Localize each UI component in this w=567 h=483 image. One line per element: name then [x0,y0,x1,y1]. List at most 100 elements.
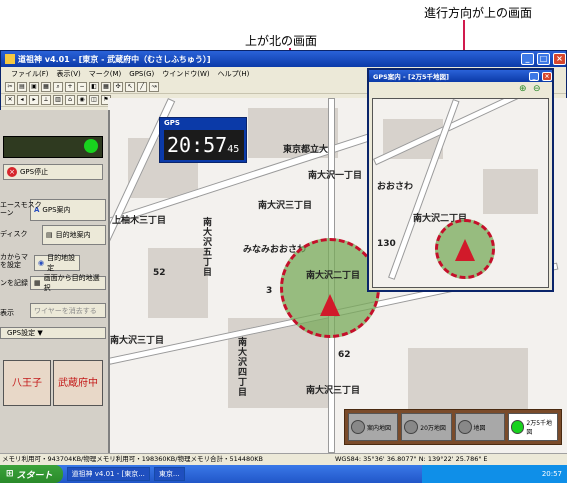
heading-up-annotation: 進行方向が上の画面 [424,6,533,20]
partial-label: ディスク [0,230,28,238]
panel-icon[interactable]: ▥ [53,95,63,105]
zoom-in-icon[interactable]: ⊕ [519,84,527,94]
system-tray: 20:57 [422,465,567,483]
measure-icon[interactable]: ⟂ [41,95,51,105]
left-panel: × GPS停止 A GPS案内 エースモスク ーン ディスク ▤ 目的地案内 カ… [0,110,110,453]
heading-up-window[interactable]: GPS案内 - [2万5千地図] _ × ⊕ ⊖ おおさわ 南大沢二丁目 130 [367,68,554,292]
zoom-in-icon[interactable]: + [65,82,75,92]
inset-position-arrow-icon [455,239,475,261]
inset-title-bar: GPS案内 - [2万5千地図] _ × [369,70,552,82]
mode-indicator-icon [404,420,419,434]
cut-icon[interactable]: ✂ [5,82,15,92]
mode-indicator-icon [351,420,365,434]
gps-stop-label: GPS停止 [20,168,49,176]
gps-icon[interactable]: ◉ [77,95,87,105]
maximize-button[interactable]: □ [537,53,550,65]
menu-file[interactable]: ファイル(F) [11,69,49,79]
gps-seconds: 45 [227,144,240,155]
taskbar-item-secondary[interactable]: 東京... [153,467,185,481]
destination-guide-button[interactable]: ▤ 目的地案内 [42,225,106,245]
current-position-halo [280,238,380,338]
book-icon: ▤ [46,231,53,239]
gps-time: 20:57 [167,133,228,157]
menu-help[interactable]: ヘルプ(H) [218,69,250,79]
map-label: 南大沢三丁目 [110,336,165,346]
marker-icon[interactable]: ✕ [5,95,15,105]
search-icon[interactable]: ⌕ [53,82,63,92]
layer-icon[interactable]: ◧ [89,82,99,92]
line-icon[interactable]: ╱ [137,82,147,92]
print-icon[interactable]: ▦ [41,82,51,92]
windows-logo-icon: ⊞ [6,469,14,479]
map-label: 南大沢一丁目 [308,171,363,181]
mode-25k-map[interactable]: 2万5千地図 [507,413,558,441]
route-icon[interactable]: ↝ [149,82,159,92]
map-block [148,248,208,318]
mode-200k-map[interactable]: 20万地図 [401,413,452,441]
partial-label: を設定 [0,261,21,269]
inset-toolbar: ⊕ ⊖ [369,83,552,96]
pick-from-screen-button[interactable]: ▦ 画面から目的地選択 [30,274,106,292]
menu-view[interactable]: 表示(V) [57,69,81,79]
coordinate-status: WGS84: 35°36' 36.8077" N: 139°22' 25.786… [335,455,488,463]
gps-stop-button[interactable]: × GPS停止 [3,164,103,180]
stop-icon: × [7,167,17,177]
home-icon[interactable]: ⌂ [65,95,75,105]
gps-clock-display: 20:5745 [164,130,244,160]
split-icon[interactable]: ◫ [89,95,99,105]
tray-clock: 20:57 [541,470,562,478]
map-mode-bar: 案内地図 20万地図 地図 2万5千地図 [344,409,562,445]
north-up-annotation: 上が北の画面 [245,34,318,48]
map-label: 上柚木三丁目 [112,216,167,226]
gps-clock-window[interactable]: GPS 20:5745 [159,117,247,163]
map-label: 東京都立大 [283,145,329,155]
mode-map[interactable]: 地図 [454,413,505,441]
memory-status: メモリ利用可・943704KB/物理メモリ利用可・198360KB/物理メモリ合… [2,455,263,463]
mode-indicator-icon [457,420,472,434]
open-icon[interactable]: ▤ [17,82,27,92]
pick-from-screen-label: 画面から目的地選択 [43,274,100,292]
arrow-right-icon[interactable]: ▸ [29,95,39,105]
map-label: 南大沢三丁目 [258,201,313,211]
inset-title: GPS案内 - [2万5千地図] [373,73,449,81]
menu-window[interactable]: ウインドウ(W) [162,69,209,79]
window-title: 道祖神 v4.01 - [東京 - 武蔵府中（むさしふちゅう）] [18,54,211,64]
mode-indicator-icon [510,420,525,434]
zoom-out-icon[interactable]: − [77,82,87,92]
thumbnail-musashifuchu[interactable]: 武蔵府中 [53,360,103,406]
map-pick-icon: ▦ [34,279,41,287]
mode-guide-map[interactable]: 案内地図 [348,413,399,441]
map-label: 130 [377,239,396,249]
gps-guide-label: GPS案内 [42,206,71,214]
minimize-button[interactable]: _ [521,53,534,65]
close-button[interactable]: × [553,53,566,65]
compass-icon[interactable]: ✣ [113,82,123,92]
zoom-out-icon[interactable]: ⊖ [533,84,541,94]
start-label: スタート [16,470,53,481]
current-position-arrow-icon [320,294,340,316]
taskbar: ⊞ スタート 道祖神 v4.01 - [東京... 東京... 20:57 [0,465,567,483]
map-label: おおさわ [377,182,414,192]
start-button[interactable]: ⊞ スタート [0,465,63,483]
map-label: 南大沢二丁目 [306,271,361,281]
taskbar-item-app[interactable]: 道祖神 v4.01 - [東京... [66,467,150,481]
grid-icon[interactable]: ▦ [101,82,111,92]
destination-set-button[interactable]: ◉ 目的地設定 [34,254,80,272]
clear-wire-button[interactable]: ワイヤーを消去する [30,303,106,318]
partial-label: ンを記録 [0,279,28,287]
app-icon [5,54,15,64]
map-label: 南大沢四丁目 [238,338,248,398]
inset-map[interactable]: おおさわ 南大沢二丁目 130 [372,98,549,288]
menu-gps[interactable]: GPS(G) [129,70,154,78]
thumbnail-hachioji[interactable]: 八王子 [3,360,51,406]
arrow-left-icon[interactable]: ◂ [17,95,27,105]
inset-minimize-button[interactable]: _ [529,71,539,81]
cursor-icon[interactable]: ↖ [125,82,135,92]
map-label: 52 [153,268,166,278]
menu-mark[interactable]: マーク(M) [89,69,122,79]
mode-label: 20万地図 [420,424,446,432]
mode-label: 地図 [473,424,486,432]
gps-settings-toggle[interactable]: GPS設定 ▼ [0,327,106,339]
inset-close-button[interactable]: × [542,71,552,81]
save-icon[interactable]: ▣ [29,82,39,92]
